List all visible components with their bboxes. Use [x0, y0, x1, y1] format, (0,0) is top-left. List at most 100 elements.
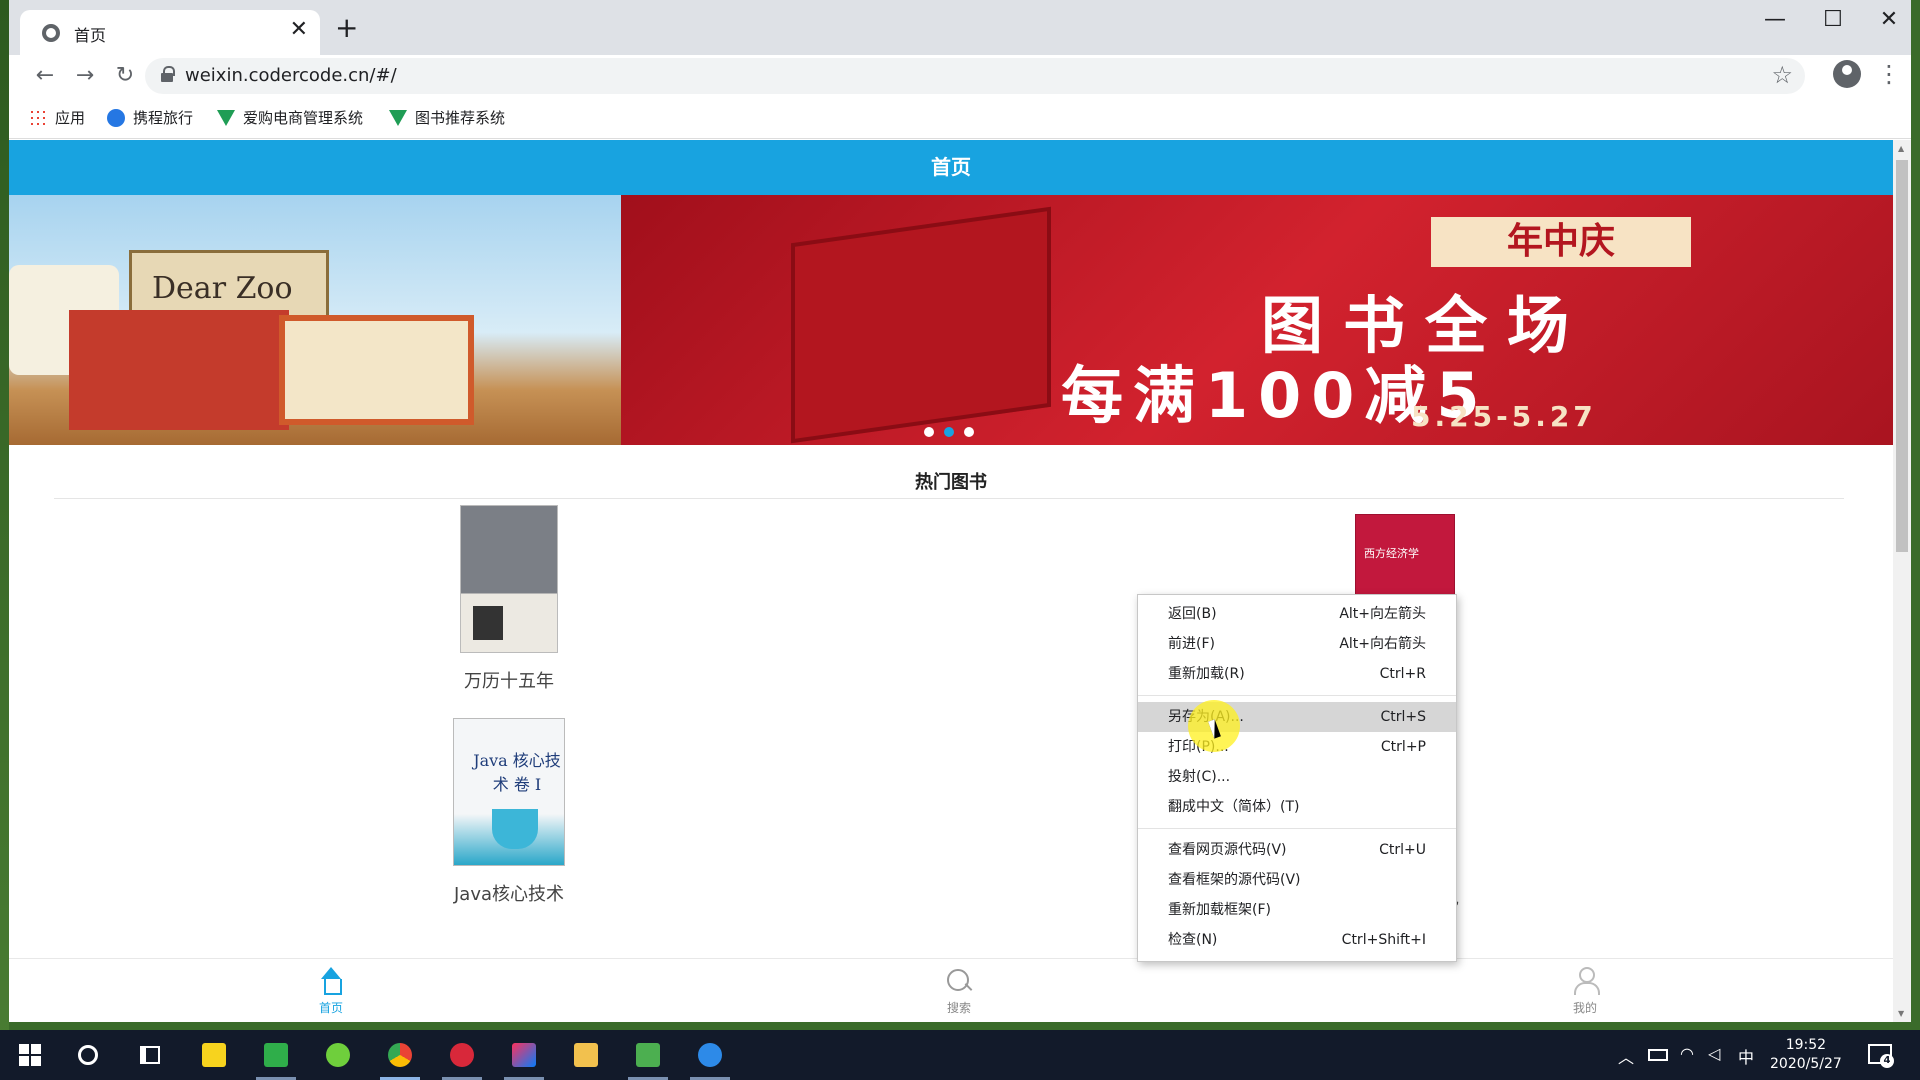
bookmarks-bar: 应用 携程旅行 爱购电商管理系统 图书推荐系统 — [9, 97, 1911, 139]
intellij-app[interactable] — [500, 1030, 548, 1080]
book-cover-image[interactable] — [460, 505, 558, 653]
tab-home[interactable]: 首页 — [291, 967, 371, 1016]
task-view-icon — [140, 1046, 160, 1064]
green-app[interactable] — [314, 1030, 362, 1080]
minimize-button[interactable]: — — [1747, 4, 1803, 36]
close-window-button[interactable]: ✕ — [1861, 4, 1917, 36]
bookmark-aigou[interactable]: 爱购电商管理系统 — [217, 107, 363, 128]
page-scrollbar[interactable]: ▲ ▼ — [1893, 140, 1911, 1022]
clock-time: 19:52 — [1785, 1037, 1827, 1053]
menu-item-reload-frame[interactable]: 重新加载框架(F) — [1138, 895, 1456, 925]
menu-shortcut: Ctrl+R — [1379, 666, 1426, 682]
back-button[interactable]: ← — [29, 60, 61, 92]
file-explorer-app[interactable] — [562, 1030, 610, 1080]
banner-red-book-image — [791, 206, 1051, 444]
volume-icon[interactable]: ◁ — [1708, 1044, 1720, 1063]
tab-search[interactable]: 搜索 — [919, 967, 999, 1016]
bookmark-ctrip[interactable]: 携程旅行 — [107, 107, 193, 128]
menu-item-save-as[interactable]: 另存为(A)...Ctrl+S — [1138, 702, 1456, 732]
section-title: 热门图书 — [915, 472, 987, 493]
desktop-background — [0, 0, 9, 1080]
tab-label: 我的 — [1572, 1001, 1597, 1015]
browser-window: 首页 ✕ + — ☐ ✕ ← → ↻ weixin.codercode.cn/#… — [9, 0, 1911, 1022]
forward-button[interactable]: → — [69, 60, 101, 92]
tab-strip: 首页 ✕ + — ☐ ✕ — [9, 0, 1911, 55]
menu-item-forward[interactable]: 前进(F) Alt+向右箭头 — [1138, 629, 1456, 659]
task-view-button[interactable] — [126, 1030, 174, 1080]
bookmark-apps[interactable]: 应用 — [29, 107, 85, 128]
book-title[interactable]: 万历十五年 — [449, 667, 569, 693]
book-cover-image[interactable]: 西方经济学 — [1355, 514, 1455, 596]
red-app[interactable] — [438, 1030, 486, 1080]
action-center-button[interactable]: 4 — [1866, 1040, 1894, 1068]
menu-item-view-source[interactable]: 查看网页源代码(V) Ctrl+U — [1138, 835, 1456, 865]
web-page: 首页 Dear Zoo 年中庆 图书全场 每满100减5 5.25-5.27 热… — [9, 140, 1893, 1022]
book-card[interactable]: 西方经济学 — [1345, 514, 1465, 596]
start-button[interactable] — [6, 1030, 54, 1080]
cover-text: Java 核心技术 卷 I — [473, 751, 561, 794]
menu-item-label: 返回(B) — [1168, 606, 1217, 622]
book-card[interactable]: Java 核心技术 卷 I Java核心技术 — [429, 718, 589, 906]
menu-item-print[interactable]: 打印(P)...Ctrl+P — [1138, 732, 1456, 762]
browser-toolbar: ← → ↻ weixin.codercode.cn/#/ ☆ ⋮ — [9, 55, 1911, 97]
system-clock[interactable]: 19:52 2020/5/27 — [1770, 1036, 1842, 1074]
spreadsheet-app[interactable] — [624, 1030, 672, 1080]
book-title[interactable]: Java核心技术 — [429, 880, 589, 906]
cover-portrait — [473, 606, 503, 640]
carousel-dot[interactable] — [964, 427, 974, 437]
bookmark-books[interactable]: 图书推荐系统 — [389, 107, 505, 128]
url-text[interactable]: weixin.codercode.cn/#/ — [185, 65, 397, 86]
banner-book-image — [69, 310, 289, 430]
tab-title: 首页 — [74, 26, 107, 45]
menu-shortcut: Alt+向右箭头 — [1339, 636, 1426, 652]
tab-label: 搜索 — [946, 1001, 971, 1015]
bookmark-star-icon[interactable]: ☆ — [1771, 61, 1793, 89]
book-card[interactable]: 万历十五年 — [449, 505, 569, 693]
profile-avatar-icon[interactable] — [1833, 60, 1861, 88]
sticky-notes-icon — [202, 1043, 226, 1067]
menu-item-cast[interactable]: 投射(C)... — [1138, 762, 1456, 792]
new-tab-button[interactable]: + — [335, 14, 358, 42]
menu-item-view-frame-source[interactable]: 查看框架的源代码(V) — [1138, 865, 1456, 895]
carousel-dot-active[interactable] — [944, 427, 954, 437]
ctrip-icon — [107, 108, 125, 127]
context-menu: 返回(B) Alt+向左箭头 前进(F) Alt+向右箭头 重新加载(R) Ctrl+… — [1137, 594, 1457, 962]
lock-icon[interactable] — [161, 66, 175, 82]
windows-logo-icon — [19, 1044, 41, 1066]
wifi-icon[interactable]: ◠ — [1680, 1044, 1694, 1063]
banner-carousel[interactable]: Dear Zoo 年中庆 图书全场 每满100减5 5.25-5.27 — [9, 195, 1893, 445]
address-bar[interactable]: weixin.codercode.cn/#/ ☆ — [145, 58, 1805, 94]
maximize-button[interactable]: ☐ — [1805, 4, 1861, 36]
sogou-app[interactable] — [686, 1030, 734, 1080]
browser-tab-active[interactable]: 首页 ✕ — [20, 10, 320, 55]
book-cover-image[interactable]: Java 核心技术 卷 I — [453, 718, 565, 866]
menu-item-translate[interactable]: 翻成中文（简体）(T) — [1138, 792, 1456, 822]
bookmark-label: 携程旅行 — [133, 109, 194, 127]
windows-taskbar: ︿ ◠ ◁ 中 19:52 2020/5/27 4 — [0, 1030, 1920, 1080]
menu-item-label: 投射(C)... — [1168, 769, 1231, 785]
chrome-app[interactable] — [376, 1030, 424, 1080]
browser-menu-icon[interactable]: ⋮ — [1877, 58, 1901, 90]
menu-shortcut: Ctrl+Shift+I — [1341, 932, 1426, 948]
cortana-button[interactable] — [64, 1030, 112, 1080]
reload-button[interactable]: ↻ — [109, 60, 141, 92]
menu-item-inspect[interactable]: 检查(N) Ctrl+Shift+I — [1138, 925, 1456, 955]
search-icon — [945, 967, 973, 995]
ime-indicator[interactable]: 中 — [1738, 1044, 1754, 1068]
battery-icon[interactable] — [1648, 1049, 1668, 1061]
banner-date: 5.25-5.27 — [1411, 400, 1597, 433]
menu-item-reload[interactable]: 重新加载(R) Ctrl+R — [1138, 659, 1456, 689]
tab-mine[interactable]: 我的 — [1545, 967, 1625, 1016]
scroll-thumb[interactable] — [1896, 160, 1908, 552]
home-icon — [317, 967, 345, 995]
carousel-dot[interactable] — [924, 427, 934, 437]
sticky-notes-app[interactable] — [190, 1030, 238, 1080]
cortana-icon — [78, 1045, 98, 1065]
scroll-up-arrow-icon[interactable]: ▲ — [1898, 144, 1904, 153]
menu-item-back[interactable]: 返回(B) Alt+向左箭头 — [1138, 599, 1456, 629]
hbuilder-app[interactable] — [252, 1030, 300, 1080]
close-tab-icon[interactable]: ✕ — [290, 18, 308, 42]
show-hidden-icons-chevron-icon[interactable]: ︿ — [1618, 1044, 1634, 1068]
apps-icon — [29, 108, 47, 127]
scroll-down-arrow-icon[interactable]: ▼ — [1898, 1009, 1904, 1018]
